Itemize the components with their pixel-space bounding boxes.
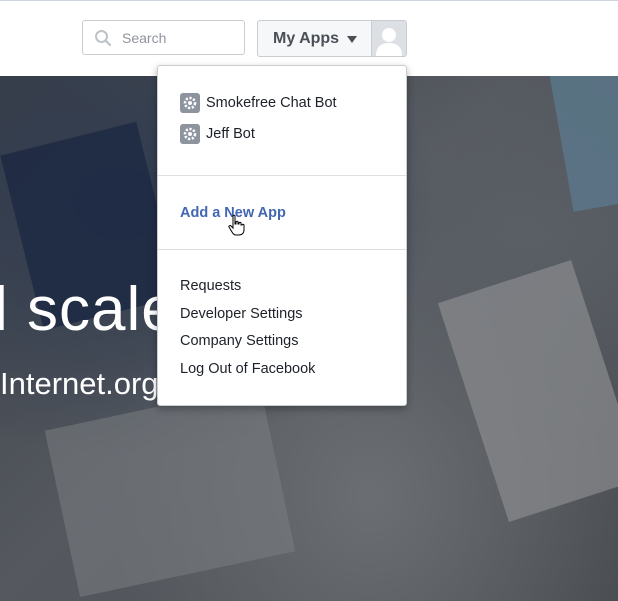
avatar[interactable] xyxy=(370,21,406,56)
hero-decor xyxy=(437,259,618,523)
hero-decor xyxy=(44,384,296,598)
gear-icon xyxy=(180,124,200,144)
my-apps-button[interactable]: My Apps xyxy=(257,20,407,57)
search-input[interactable] xyxy=(120,28,239,47)
app-item-smokefree-chat-bot[interactable]: Smokefree Chat Bot xyxy=(180,93,337,113)
my-apps-dropdown: Smokefree Chat Bot Jeff Bot Add a New Ap… xyxy=(157,65,407,406)
gear-icon xyxy=(180,93,200,113)
menu-item-developer-settings[interactable]: Developer Settings xyxy=(180,306,303,322)
menu-item-log-out[interactable]: Log Out of Facebook xyxy=(180,361,315,377)
app-item-label: Jeff Bot xyxy=(206,126,255,142)
hero-decor xyxy=(547,76,618,212)
search-icon xyxy=(95,29,112,46)
my-apps-label-wrap: My Apps xyxy=(258,21,371,56)
app-item-label: Smokefree Chat Bot xyxy=(206,95,337,111)
menu-item-requests[interactable]: Requests xyxy=(180,278,241,294)
menu-divider xyxy=(158,175,406,176)
search-box[interactable] xyxy=(82,20,245,55)
user-silhouette-icon xyxy=(375,28,402,56)
caret-down-icon xyxy=(347,36,358,43)
hero-headline: l scale xyxy=(0,275,177,344)
hand-cursor-icon xyxy=(228,214,245,236)
hero-subline: Internet.org xyxy=(0,366,159,401)
my-apps-label: My Apps xyxy=(273,29,340,47)
menu-divider xyxy=(158,249,406,250)
app-item-jeff-bot[interactable]: Jeff Bot xyxy=(180,124,255,144)
menu-item-company-settings[interactable]: Company Settings xyxy=(180,333,298,349)
